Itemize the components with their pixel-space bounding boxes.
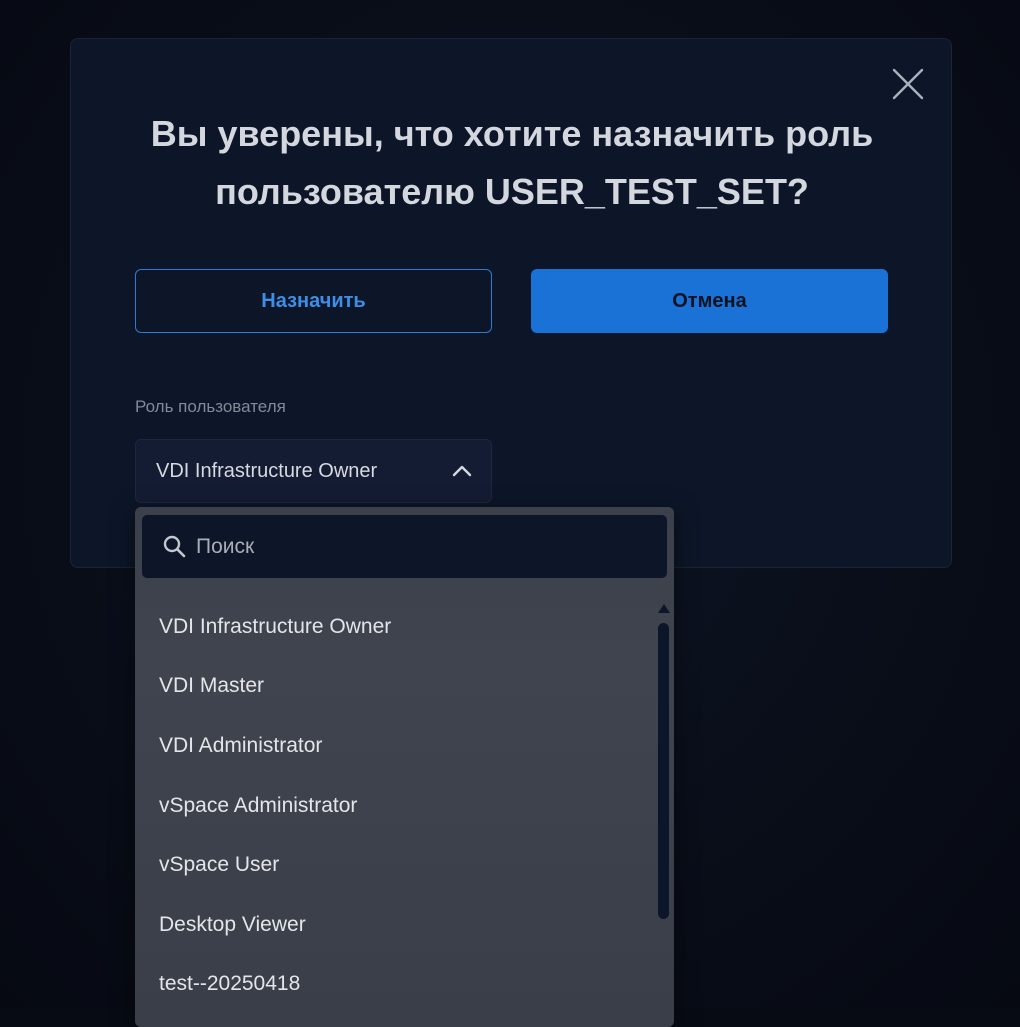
search-box[interactable]: [142, 515, 667, 578]
cancel-button[interactable]: Отмена: [531, 269, 888, 333]
scrollbar-thumb[interactable]: [658, 623, 669, 919]
search-icon: [163, 535, 186, 557]
role-field-label: Роль пользователя: [135, 397, 286, 416]
confirm-dialog: Вы уверены, что хотите назначить роль по…: [70, 38, 952, 568]
dropdown-option[interactable]: VDI Administrator: [135, 716, 655, 776]
dropdown-option[interactable]: VDI Master: [135, 657, 655, 717]
role-select-value: VDI Infrastructure Owner: [156, 459, 378, 482]
dropdown-option[interactable]: Desktop Viewer: [135, 895, 655, 955]
search-input[interactable]: [194, 533, 638, 560]
close-button[interactable]: [891, 67, 925, 101]
close-icon: [892, 68, 924, 100]
dropdown-option[interactable]: vSpace User: [135, 835, 655, 895]
scroll-up-arrow-icon[interactable]: [657, 602, 671, 614]
dropdown-option[interactable]: VDI Infrastructure Owner: [135, 597, 655, 657]
assign-button[interactable]: Назначить: [135, 269, 492, 333]
dropdown-option[interactable]: vSpace Administrator: [135, 776, 655, 836]
role-option-list: VDI Infrastructure Owner VDI Master VDI …: [135, 597, 655, 1014]
dialog-title: Вы уверены, что хотите назначить роль по…: [150, 113, 874, 212]
chevron-up-icon: [452, 465, 472, 477]
dropdown-option[interactable]: test--20250418: [135, 955, 655, 1015]
role-select[interactable]: VDI Infrastructure Owner: [135, 439, 492, 503]
role-dropdown: VDI Infrastructure Owner VDI Master VDI …: [135, 507, 674, 1027]
